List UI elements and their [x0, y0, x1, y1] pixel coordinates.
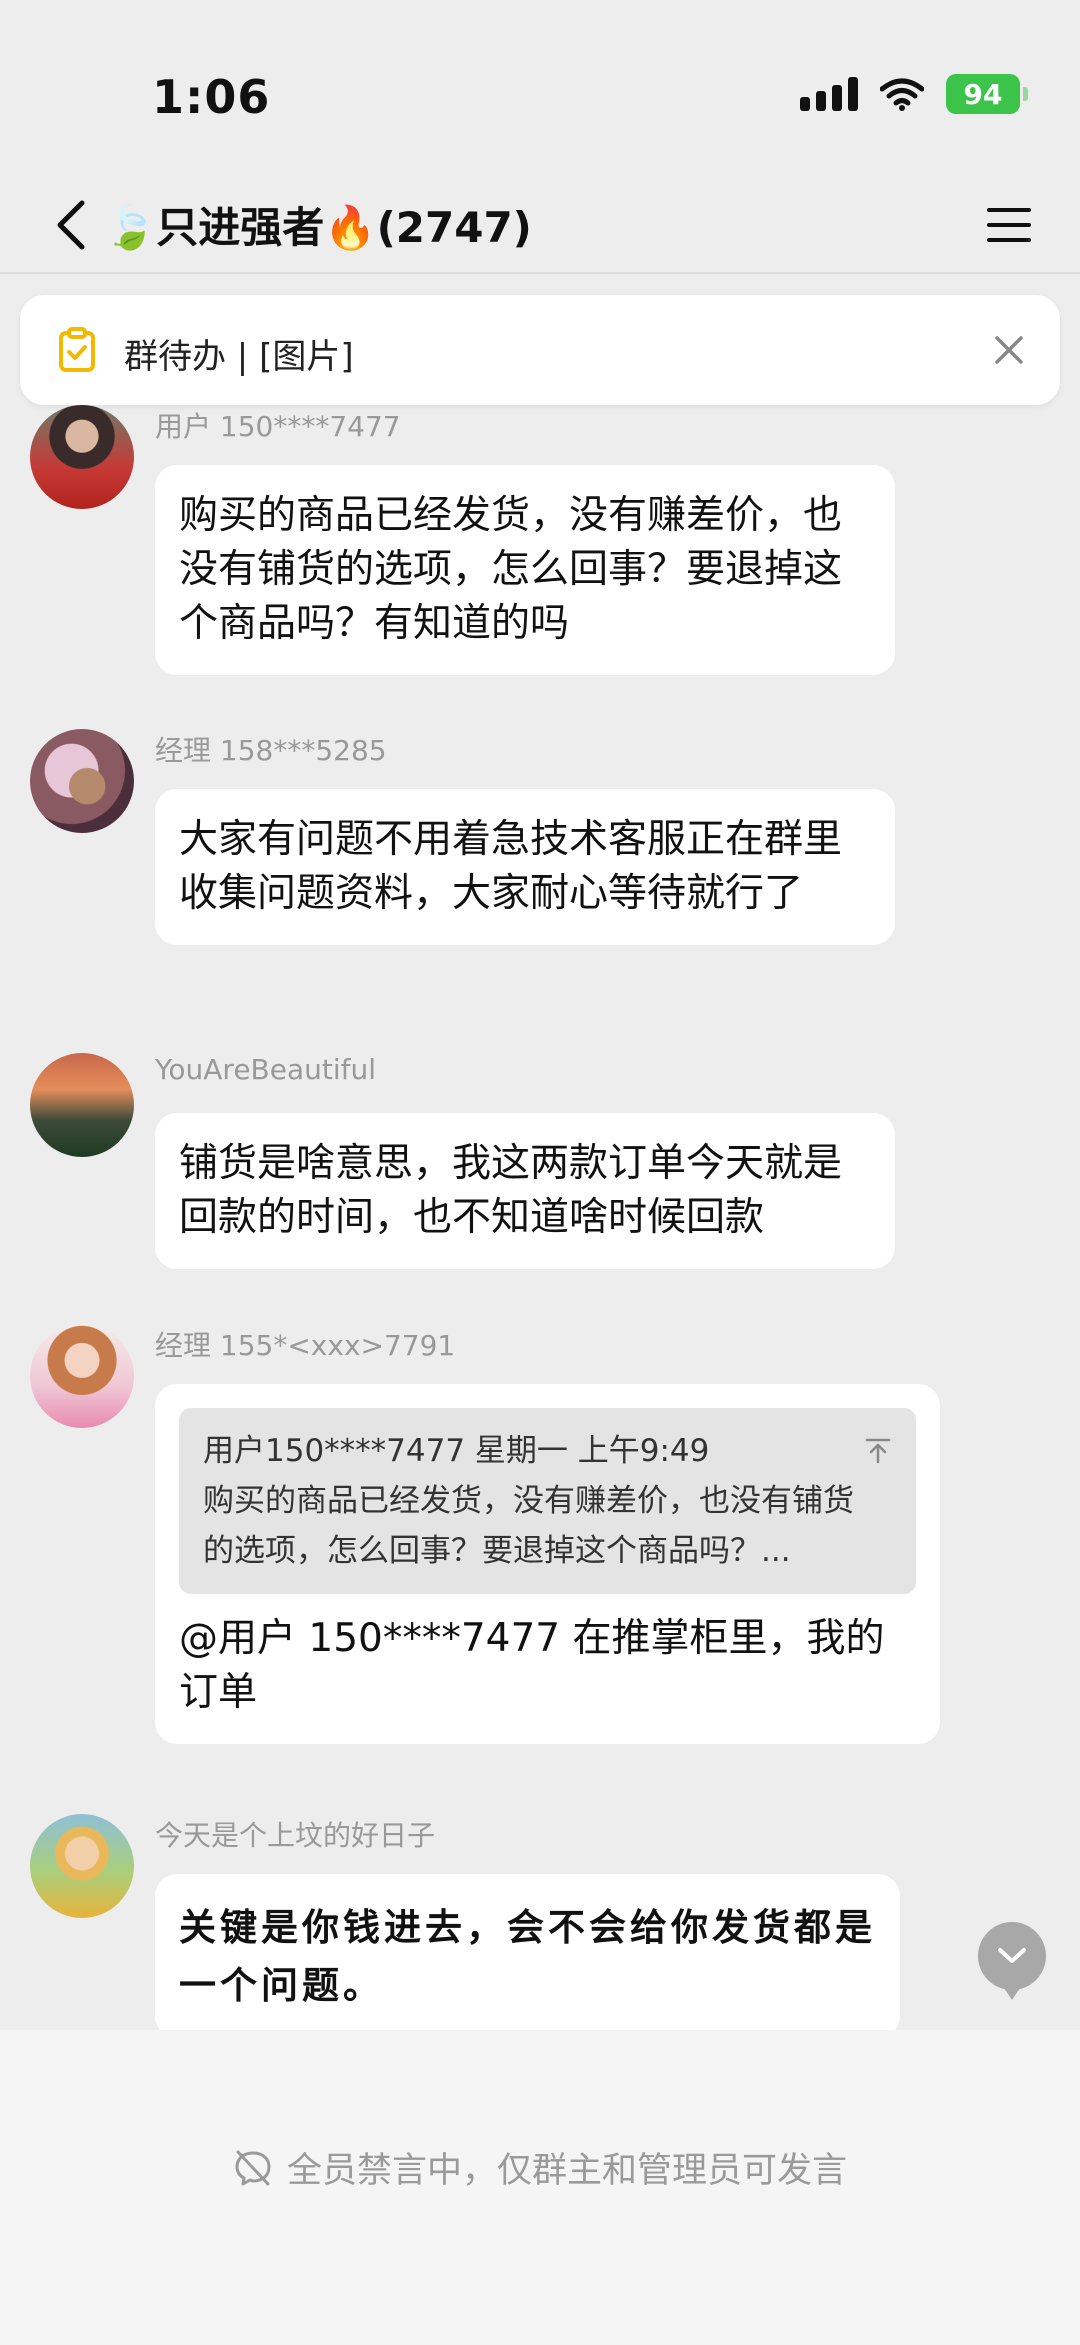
message-text: @用户 150****7477 在推掌柜里，我的订单 — [179, 1616, 885, 1715]
mute-notice-text: 全员禁言中，仅群主和管理员可发言 — [286, 2151, 847, 2191]
quote-text: 购买的商品已经发货，没有赚差价，也没有铺货的选项，怎么回事？要退掉这个商品吗？.… — [203, 1483, 854, 1569]
message-bubble[interactable]: 关键是你钱进去，会不会给你发货都是一个问题。 — [155, 1874, 900, 2038]
scroll-to-bottom-button[interactable] — [978, 1922, 1046, 2000]
menu-icon[interactable] — [974, 190, 1044, 260]
message-bubble[interactable]: 铺货是啥意思，我这两款订单今天就是回款的时间，也不知道啥时候回款 — [155, 1113, 895, 1269]
quote-header: 用户150****7477 星期一 上午9:49 — [203, 1433, 710, 1469]
group-todo-bar[interactable]: 群待办 | [图片] — [20, 295, 1060, 405]
chat-header: 🍃只进强者🔥(2747) — [0, 180, 1080, 272]
sender-name: 用户 150****7477 — [155, 410, 401, 443]
jump-to-quote-icon[interactable] — [864, 1430, 892, 1480]
status-icons: 94 — [800, 74, 1028, 114]
cellular-signal-icon — [800, 77, 858, 111]
message-bubble[interactable]: 大家有问题不用着急技术客服正在群里收集问题资料，大家耐心等待就行了 — [155, 789, 895, 945]
header-divider — [0, 272, 1080, 274]
battery-icon: 94 — [946, 74, 1028, 114]
quoted-message[interactable]: 用户150****7477 星期一 上午9:49 购买的商品已经发货，没有赚差价… — [179, 1408, 916, 1594]
avatar[interactable] — [30, 1053, 134, 1157]
sender-name: 今天是个上坟的好日子 — [155, 1819, 436, 1852]
battery-level: 94 — [963, 77, 1003, 111]
back-arrow-icon[interactable] — [36, 190, 106, 260]
status-bar: 1:06 94 — [0, 0, 1080, 190]
message-bubble[interactable]: 用户150****7477 星期一 上午9:49 购买的商品已经发货，没有赚差价… — [155, 1384, 940, 1744]
sender-name: YouAreBeautiful — [155, 1053, 377, 1086]
avatar[interactable] — [30, 729, 134, 833]
avatar[interactable] — [30, 405, 134, 509]
todo-label: 群待办 | [图片] — [124, 337, 354, 377]
muted-chat-icon — [235, 2150, 271, 2185]
message-text: 购买的商品已经发货，没有赚差价，也没有铺货的选项，怎么回事？要退掉这个商品吗？有… — [179, 493, 843, 646]
message-text: 关键是你钱进去，会不会给你发货都是一个问题。 — [179, 1905, 876, 2007]
avatar[interactable] — [30, 1814, 134, 1918]
group-title[interactable]: 🍃只进强者🔥(2747) — [104, 194, 532, 255]
todo-clipboard-icon — [58, 327, 96, 377]
close-icon[interactable] — [982, 323, 1036, 377]
message-text: 铺货是啥意思，我这两款订单今天就是回款的时间，也不知道啥时候回款 — [179, 1141, 843, 1240]
message-bubble[interactable]: 购买的商品已经发货，没有赚差价，也没有铺货的选项，怎么回事？要退掉这个商品吗？有… — [155, 465, 895, 675]
input-area-muted: 全员禁言中，仅群主和管理员可发言 — [0, 2030, 1080, 2345]
sender-name: 经理 158***5285 — [155, 734, 387, 767]
wifi-icon — [880, 78, 924, 111]
chevron-down-icon — [998, 1948, 1026, 1963]
avatar[interactable] — [30, 1324, 134, 1428]
status-time: 1:06 — [152, 70, 271, 124]
message-text: 大家有问题不用着急技术客服正在群里收集问题资料，大家耐心等待就行了 — [179, 817, 843, 916]
sender-name: 经理 155*<xxx>7791 — [155, 1329, 456, 1362]
mute-notice: 全员禁言中，仅群主和管理员可发言 — [0, 2142, 1080, 2193]
